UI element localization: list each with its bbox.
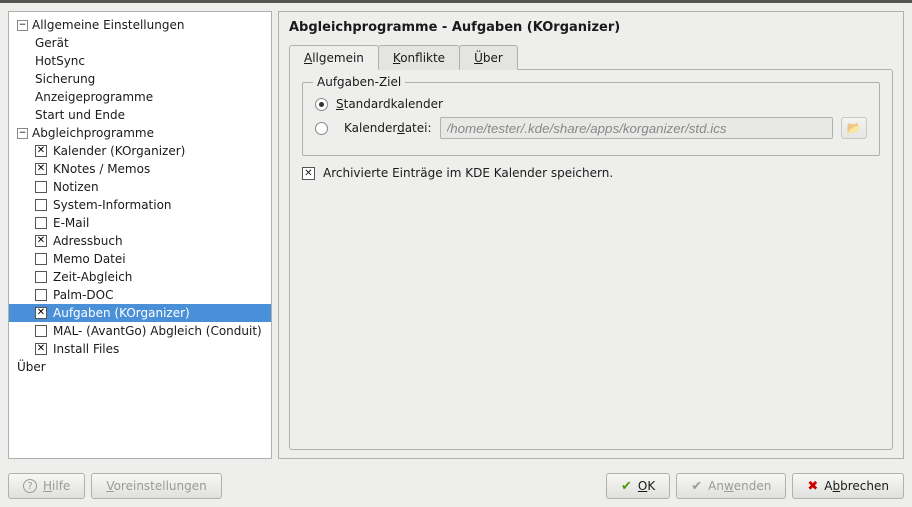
cancel-button[interactable]: ✖ Abbrechen [792,473,904,499]
calendar-file-input[interactable] [440,117,833,139]
page-title: Abgleichprogramme - Aufgaben (KOrganizer… [289,20,893,35]
tab-about[interactable]: Über [459,45,518,70]
button-bar: ? Hilfe Voreinstellungen ✔ OK ✔ Anwenden… [0,467,912,507]
sidebar-tree[interactable]: − Allgemeine Einstellungen Gerät HotSync… [8,11,272,459]
close-icon: ✖ [807,479,818,494]
tree-item[interactable]: Start und Ende [9,106,271,124]
button-label: Voreinstellungen [106,479,206,493]
button-label: Anwenden [708,479,771,493]
ok-button[interactable]: ✔ OK [606,473,670,499]
tree-item-about[interactable]: Über [9,358,271,376]
apply-button[interactable]: ✔ Anwenden [676,473,786,499]
tree-group-label: Abgleichprogramme [32,126,154,140]
tree-checkbox[interactable] [35,217,47,229]
tree-group-conduits[interactable]: − Abgleichprogramme [9,124,271,142]
tree-item[interactable]: Memo Datei [9,250,271,268]
archive-checkbox[interactable]: ✕ [302,167,315,180]
tree-item[interactable]: Palm-DOC [9,286,271,304]
tree-checkbox[interactable] [35,253,47,265]
help-icon: ? [23,479,37,493]
content-panel: Abgleichprogramme - Aufgaben (KOrganizer… [278,11,904,459]
tree-checkbox[interactable] [35,271,47,283]
folder-open-icon: 📂 [847,121,862,135]
tab-general[interactable]: Allgemein [289,45,379,70]
button-label: Hilfe [43,479,70,493]
help-button[interactable]: ? Hilfe [8,473,85,499]
tree-checkbox[interactable] [35,325,47,337]
tree-checkbox[interactable]: ✕ [35,307,47,319]
archive-label: Archivierte Einträge im KDE Kalender spe… [323,166,613,180]
tree-checkbox[interactable] [35,199,47,211]
tab-panel-general: Aufgaben-Ziel Standardkalender Kalenderd… [289,69,893,450]
spacer [228,473,600,499]
radio-calendar-file-row[interactable]: Kalenderdatei: 📂 [315,117,867,139]
tree-item[interactable]: ✕Kalender (KOrganizer) [9,142,271,160]
tree-item[interactable]: ✕Install Files [9,340,271,358]
radio-standard-calendar-row[interactable]: Standardkalender [315,97,867,111]
browse-button[interactable]: 📂 [841,117,867,139]
tree-item[interactable]: Gerät [9,34,271,52]
tree-checkbox[interactable] [35,181,47,193]
tree-checkbox[interactable] [35,289,47,301]
tree-item[interactable]: E-Mail [9,214,271,232]
tree-item[interactable]: ✕Adressbuch [9,232,271,250]
fieldset-legend: Aufgaben-Ziel [313,75,405,89]
tree-item[interactable]: Zeit-Abgleich [9,268,271,286]
main-area: − Allgemeine Einstellungen Gerät HotSync… [0,3,912,467]
tree-checkbox[interactable]: ✕ [35,235,47,247]
tree-group-label: Allgemeine Einstellungen [32,18,184,32]
radio-label: Standardkalender [336,97,443,111]
defaults-button[interactable]: Voreinstellungen [91,473,221,499]
tree-checkbox[interactable]: ✕ [35,343,47,355]
tree-item[interactable]: ✕KNotes / Memos [9,160,271,178]
tree-item[interactable]: MAL- (AvantGo) Abgleich (Conduit) [9,322,271,340]
radio-calendar-file[interactable] [315,122,328,135]
tree-checkbox[interactable]: ✕ [35,163,47,175]
tree-item[interactable]: Anzeigeprogramme [9,88,271,106]
tree-item[interactable]: System-Information [9,196,271,214]
tree-item[interactable]: Sicherung [9,70,271,88]
tree-item[interactable]: HotSync [9,52,271,70]
button-label: OK [638,479,655,493]
tab-bar: Allgemein Konflikte Über [289,45,893,70]
tree-group-general[interactable]: − Allgemeine Einstellungen [9,16,271,34]
check-icon: ✔ [691,479,702,494]
tree-checkbox[interactable]: ✕ [35,145,47,157]
check-icon: ✔ [621,479,632,494]
archive-checkbox-row[interactable]: ✕ Archivierte Einträge im KDE Kalender s… [302,166,880,180]
tab-conflicts[interactable]: Konflikte [378,45,460,70]
tree-item-selected[interactable]: ✕Aufgaben (KOrganizer) [9,304,271,322]
radio-label: Kalenderdatei: [344,121,432,135]
fieldset-target: Aufgaben-Ziel Standardkalender Kalenderd… [302,82,880,156]
tree-collapse-icon[interactable]: − [17,20,28,31]
radio-standard-calendar[interactable] [315,98,328,111]
tree-item[interactable]: Notizen [9,178,271,196]
button-label: Abbrechen [824,479,889,493]
tree-collapse-icon[interactable]: − [17,128,28,139]
